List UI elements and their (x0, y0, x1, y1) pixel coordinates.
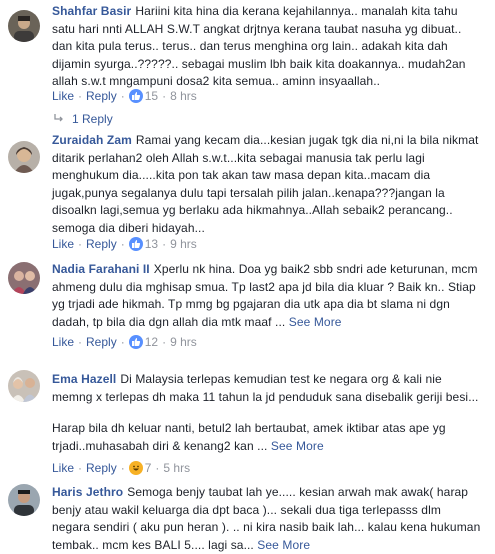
avatar[interactable] (8, 262, 40, 294)
comment-text-line: Xperlu nk hina. Doa yg baik2 sbb sndri a… (153, 262, 478, 276)
like-button[interactable]: Like (52, 237, 74, 251)
comment-text-line: dan kita pula terus.. terus.. dan terus … (52, 39, 448, 53)
comment-text-line: dadah, tp bila dia dgn allah dia mtk maa… (52, 314, 286, 329)
comment-actions: Like · Reply · 15 · 8 hrs (52, 88, 197, 104)
comment-text-line: dijamin syurga..?????.. sebagai muslim l… (52, 56, 466, 71)
replies-count-label[interactable]: 1 Reply (72, 112, 113, 126)
like-button[interactable]: Like (52, 335, 74, 349)
like-icon[interactable] (128, 89, 143, 103)
comment-text-line: Di Malaysia terlepas kemudian test ke ne… (120, 372, 442, 386)
reaction-count[interactable]: 15 (145, 89, 158, 103)
timestamp[interactable]: 9 hrs (170, 237, 197, 251)
avatar[interactable] (8, 141, 40, 173)
comment-text-line (52, 406, 484, 420)
comment-text-line: memng x terlepas dh maka 11 tahun la jd … (52, 389, 479, 404)
comment-text-line: negara sendiri ( aku pun heran ). .. ni … (52, 520, 481, 534)
separator-dot: · (120, 89, 125, 103)
comment-text-line: Ramai yang kecam dia...kesian jugak tgk … (135, 133, 479, 147)
reply-button[interactable]: Reply (86, 89, 117, 103)
commenter-name[interactable]: Shahfar Basir (52, 4, 131, 18)
separator-dot: · (78, 89, 83, 103)
reply-button[interactable]: Reply (86, 335, 117, 349)
comment-text-line: Semoga benjy taubat lah ye..... kesian a… (127, 485, 469, 499)
comment-body: Ema Hazell Di Malaysia terlepas kemudian … (52, 371, 484, 455)
reply-button[interactable]: Reply (86, 461, 117, 475)
separator-dot: · (78, 461, 83, 475)
commenter-name[interactable]: Ema Hazell (52, 372, 116, 386)
see-more-link[interactable]: See More (271, 439, 324, 453)
reaction-count[interactable]: 13 (145, 237, 158, 251)
comment-text-line: semoga dia diberi hidayah... (52, 220, 205, 235)
comment-body: Nadia Farahani II Xperlu nk hina. Doa yg … (52, 261, 484, 331)
separator-dot: · (162, 237, 167, 251)
comment-text-line: trjadi..muhasabah diri & kenang2 kan ... (52, 438, 268, 453)
comment-body: Shahfar Basir Hariini kita hina dia keran… (52, 3, 484, 91)
comment-text-line: menghukum dia.....kita pon tak akan taw … (52, 168, 431, 182)
comment-text-line: ahmeng dulu dia mghisap smua. Tp last2 a… (52, 279, 476, 294)
comment-text-line: satu hari nnti ALLAH S.W.T angkat drjtny… (52, 21, 462, 36)
comment-text-line: ditarik perlahan2 oleh Allah s.w.t...kit… (52, 150, 425, 165)
like-button[interactable]: Like (52, 89, 74, 103)
reaction-count[interactable]: 12 (145, 335, 158, 349)
comment-text-line: yg trjadi ade hikmah. Tp mmg bg pgajaran… (52, 297, 450, 311)
separator-dot: · (78, 335, 83, 349)
comment-actions: Like · Reply · 13 · 9 hrs (52, 236, 197, 252)
comment-text-line: tembak.. mcm kes BALI 5.... lagi sa... (52, 537, 254, 552)
reaction-count[interactable]: 7 (145, 461, 152, 475)
separator-dot: · (120, 461, 125, 475)
comment-actions: Like · Reply · 12 · 9 hrs (52, 334, 197, 350)
timestamp[interactable]: 9 hrs (170, 335, 197, 349)
haha-icon[interactable] (128, 461, 143, 475)
comment-text-line: jugak,punya segalanya dulu tapi tersalah… (52, 185, 445, 200)
separator-dot: · (78, 237, 83, 251)
commenter-name[interactable]: Nadia Farahani II (52, 262, 150, 276)
like-icon[interactable] (128, 237, 143, 251)
timestamp[interactable]: 5 hrs (163, 461, 190, 475)
avatar[interactable] (8, 484, 40, 516)
see-more-link[interactable]: See More (289, 315, 342, 329)
avatar[interactable] (8, 370, 40, 402)
comment-text-line: Hariini kita hina dia kerana kejahilanny… (135, 4, 458, 18)
avatar[interactable] (8, 10, 40, 42)
comment-body: Haris Jethro Semoga benjy taubat lah ye..… (52, 484, 484, 554)
view-replies-link[interactable]: 1 Reply (54, 112, 113, 126)
commenter-name[interactable]: Zuraidah Zam (52, 133, 132, 147)
timestamp[interactable]: 8 hrs (170, 89, 197, 103)
separator-dot: · (120, 335, 125, 349)
comment-body: Zuraidah Zam Ramai yang kecam dia...kesia… (52, 132, 484, 237)
reply-arrow-icon (54, 112, 64, 126)
separator-dot: · (120, 237, 125, 251)
comment-text-line: Harap bila dh keluar nanti, betul2 lah b… (52, 421, 446, 435)
like-icon[interactable] (128, 335, 143, 349)
commenter-name[interactable]: Haris Jethro (52, 485, 123, 499)
separator-dot: · (162, 335, 167, 349)
comment-text-line: disoalkn lagi,semua yg berlaku ada hikma… (52, 203, 453, 217)
separator-dot: · (155, 461, 160, 475)
like-button[interactable]: Like (52, 461, 74, 475)
separator-dot: · (162, 89, 167, 103)
see-more-link[interactable]: See More (254, 538, 310, 552)
reply-button[interactable]: Reply (86, 237, 117, 251)
comment-text-line: benjy atau wakil keluarga dia dpt baca )… (52, 502, 441, 517)
comment-actions: Like · Reply · 7 · 5 hrs (52, 460, 190, 476)
